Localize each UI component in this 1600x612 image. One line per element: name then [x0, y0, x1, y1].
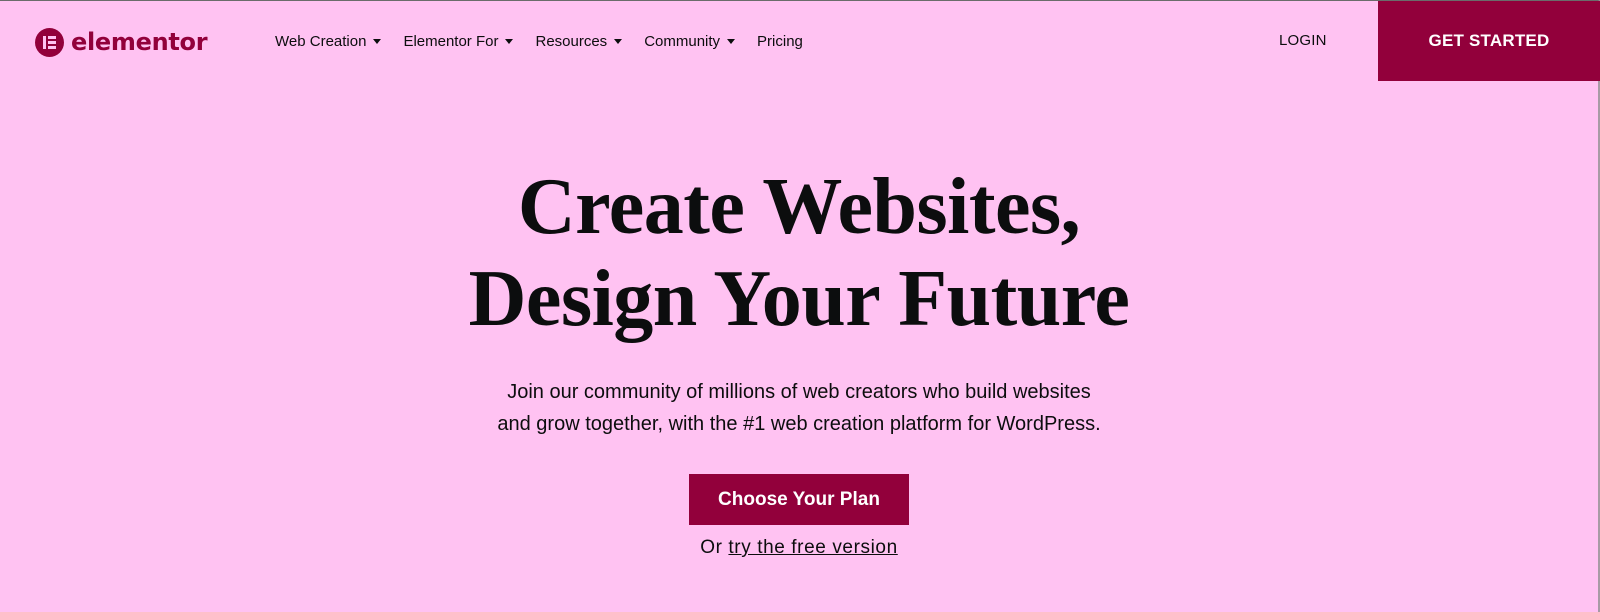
nav-item-label: Pricing	[757, 32, 803, 50]
hero-subtitle: Join our community of millions of web cr…	[0, 376, 1598, 440]
caret-down-icon	[373, 39, 382, 44]
caret-down-icon	[505, 39, 514, 44]
hero-title-line-1: Create Websites,	[517, 163, 1081, 251]
nav-item-label: Resources	[535, 32, 608, 50]
hero-subtitle-line-1: Join our community of millions of web cr…	[507, 381, 1091, 403]
caret-down-icon	[614, 39, 623, 44]
elementor-logo-icon	[35, 27, 64, 57]
logo-link[interactable]: elementor	[35, 27, 208, 57]
nav-item-elementor-for[interactable]: Elementor For	[403, 32, 514, 50]
hero-title-line-2: Design Your Future	[468, 255, 1130, 343]
logo-text: elementor	[71, 28, 208, 56]
nav-item-community[interactable]: Community	[644, 32, 736, 50]
alt-prefix: Or	[700, 537, 723, 558]
free-version-link[interactable]: try the free version	[728, 537, 897, 558]
site-header: elementor Web Creation Elementor For Res…	[0, 1, 1600, 81]
hero-title: Create Websites, Design Your Future	[0, 161, 1598, 345]
login-link[interactable]: LOGIN	[1279, 32, 1327, 49]
nav-item-pricing[interactable]: Pricing	[757, 33, 803, 50]
nav-item-label: Elementor For	[403, 32, 499, 50]
hero-section: Create Websites, Design Your Future Join…	[0, 161, 1598, 559]
main-nav: Web Creation Elementor For Resources Com…	[275, 29, 825, 53]
nav-item-resources[interactable]: Resources	[535, 32, 623, 50]
free-version-text: Or try the free version	[0, 537, 1598, 559]
hero-subtitle-line-2: and grow together, with the #1 web creat…	[497, 413, 1101, 435]
caret-down-icon	[727, 39, 736, 44]
nav-item-label: Community	[644, 32, 721, 50]
page: elementor Web Creation Elementor For Res…	[0, 0, 1600, 612]
get-started-button[interactable]: GET STARTED	[1378, 1, 1600, 81]
nav-item-label: Web Creation	[275, 32, 367, 50]
nav-item-web-creation[interactable]: Web Creation	[275, 32, 382, 50]
choose-plan-button[interactable]: Choose Your Plan	[689, 474, 909, 525]
